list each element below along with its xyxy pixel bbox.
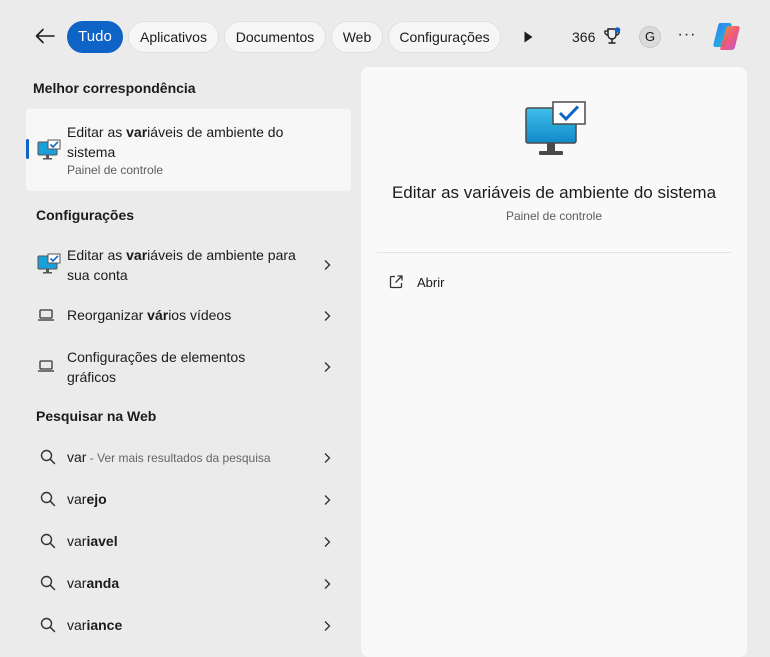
web-search-item[interactable]: varejo bbox=[26, 480, 351, 518]
more-options-button[interactable]: ··· bbox=[676, 27, 698, 46]
web-search-item[interactable]: varanda bbox=[26, 564, 351, 602]
settings-item-graphics-elements[interactable]: Configurações de elementos gráficos bbox=[26, 340, 351, 394]
monitor-check-icon bbox=[37, 139, 61, 161]
rewards-points[interactable]: 366 bbox=[572, 29, 595, 45]
chevron-right-icon bbox=[322, 451, 332, 463]
more-filters-button[interactable] bbox=[520, 29, 536, 45]
open-external-icon bbox=[388, 274, 404, 290]
web-search-item[interactable]: var - Ver mais resultados da pesquisa bbox=[26, 438, 351, 476]
search-icon bbox=[40, 575, 56, 591]
web-search-label: variavel bbox=[67, 533, 118, 549]
web-search-label: var - Ver mais resultados da pesquisa bbox=[67, 449, 271, 465]
copilot-button[interactable] bbox=[710, 20, 743, 53]
settings-item-label: Editar as variáveis de ambiente para sua… bbox=[67, 247, 296, 283]
chevron-right-icon bbox=[322, 493, 332, 505]
tab-tudo[interactable]: Tudo bbox=[67, 21, 123, 53]
settings-item-env-vars-account[interactable]: Editar as variáveis de ambiente para sua… bbox=[26, 237, 351, 291]
tab-web[interactable]: Web bbox=[331, 21, 383, 53]
web-search-item[interactable]: variavel bbox=[26, 522, 351, 560]
trophy-icon bbox=[604, 27, 621, 44]
best-match-title: Editar as variáveis de ambiente do siste… bbox=[67, 124, 284, 160]
web-search-label: varejo bbox=[67, 491, 107, 507]
web-search-item[interactable]: variance bbox=[26, 606, 351, 644]
best-match-result[interactable]: Editar as variáveis de ambiente do siste… bbox=[26, 109, 351, 191]
results-list: Melhor correspondência Editar as variáve… bbox=[0, 70, 360, 649]
chevron-right-icon bbox=[322, 619, 332, 631]
tab-documentos[interactable]: Documentos bbox=[224, 21, 326, 53]
web-search-heading: Pesquisar na Web bbox=[36, 408, 157, 424]
settings-heading: Configurações bbox=[36, 207, 135, 223]
best-match-heading: Melhor correspondência bbox=[33, 80, 196, 96]
web-search-label: variance bbox=[67, 617, 123, 633]
detail-subtitle: Painel de controle bbox=[505, 209, 603, 223]
chevron-right-icon bbox=[322, 535, 332, 547]
web-search-label: varanda bbox=[67, 575, 120, 591]
play-icon bbox=[524, 31, 533, 43]
monitor-check-icon bbox=[37, 253, 61, 275]
result-detail-panel: Editar as variáveis de ambiente do siste… bbox=[361, 67, 747, 657]
tab-aplicativos[interactable]: Aplicativos bbox=[128, 21, 219, 53]
divider bbox=[377, 252, 731, 253]
chevron-right-icon bbox=[322, 577, 332, 589]
chevron-right-icon bbox=[322, 258, 332, 270]
back-button[interactable] bbox=[34, 25, 56, 47]
search-icon bbox=[40, 533, 56, 549]
monitor-check-icon bbox=[525, 101, 587, 157]
laptop-icon bbox=[37, 307, 55, 323]
search-filter-bar: Tudo Aplicativos Documentos Web Configur… bbox=[0, 0, 770, 70]
laptop-icon bbox=[37, 358, 55, 374]
selection-indicator bbox=[26, 139, 29, 159]
settings-item-reorganize-videos[interactable]: Reorganizar vários vídeos bbox=[26, 297, 351, 333]
settings-item-label: Reorganizar vários vídeos bbox=[67, 307, 232, 323]
open-label: Abrir bbox=[417, 275, 445, 290]
tab-configuracoes[interactable]: Configurações bbox=[388, 21, 501, 53]
search-icon bbox=[40, 491, 56, 507]
arrow-left-icon bbox=[35, 28, 55, 44]
best-match-subtitle: Painel de controle bbox=[67, 163, 164, 177]
rewards-button[interactable] bbox=[602, 26, 622, 48]
detail-title: Editar as variáveis de ambiente do siste… bbox=[391, 183, 717, 202]
account-avatar[interactable]: G bbox=[639, 26, 661, 48]
search-icon bbox=[40, 617, 56, 633]
open-button[interactable]: Abrir bbox=[385, 272, 505, 292]
search-icon bbox=[40, 449, 56, 465]
chevron-right-icon bbox=[322, 360, 332, 372]
chevron-right-icon bbox=[322, 309, 332, 321]
settings-item-label: Configurações de elementos gráficos bbox=[67, 349, 246, 385]
copilot-icon bbox=[713, 23, 740, 50]
